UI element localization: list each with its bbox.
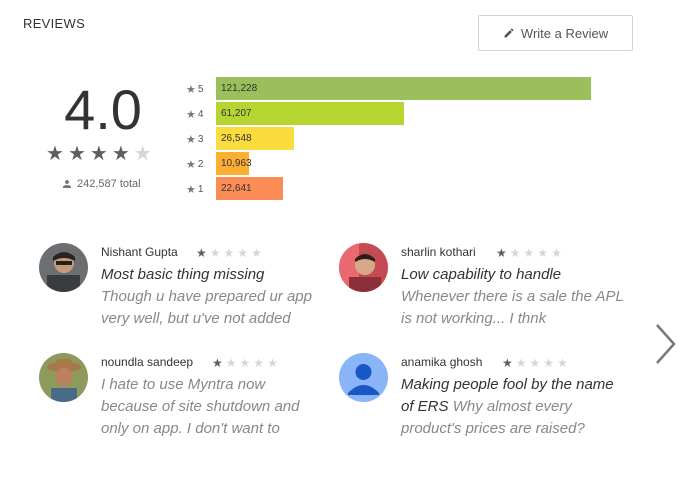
- average-stars: ★ ★ ★ ★ ★: [46, 144, 152, 164]
- star-empty-icon: ★: [225, 356, 237, 370]
- average-score: 4.0: [64, 78, 142, 141]
- review-text[interactable]: I hate to use Myntra now because of site…: [101, 374, 326, 440]
- star-icon: ★: [186, 184, 196, 196]
- histogram-star-label: ★ 4: [186, 108, 216, 121]
- star-empty-icon: ★: [515, 356, 527, 370]
- star-empty-icon: ★: [557, 356, 568, 370]
- review-body: Whenever there is a sale the APL is not …: [401, 288, 624, 327]
- rating-histogram: ★ 5 121,228 ★ 4 61,207 ★ 3 26,548 ★ 2 10,963 ★ 1 22,64…: [186, 77, 591, 202]
- review-body: Though u have prepared ur app very well,…: [101, 288, 312, 327]
- reviewer-name[interactable]: anamika ghosh: [401, 355, 482, 369]
- star-filled-icon: ★: [502, 356, 513, 370]
- star-filled-icon: ★: [111, 143, 130, 165]
- reviewer-name[interactable]: noundla sandeep: [101, 355, 193, 369]
- star-empty-icon: ★: [239, 356, 251, 370]
- star-icon: ★: [186, 84, 196, 96]
- star-filled-icon: ★: [496, 246, 507, 260]
- histogram-star-label: ★ 1: [186, 183, 216, 196]
- histogram-count: 22,641: [221, 183, 252, 194]
- pencil-icon: [504, 28, 514, 38]
- total-ratings-text: 242,587 total: [77, 178, 141, 190]
- star-empty-icon: ★: [523, 246, 535, 260]
- star-empty-icon: ★: [529, 356, 541, 370]
- histogram-count: 121,228: [221, 83, 258, 94]
- histogram-star-number: 5: [197, 84, 204, 95]
- star-filled-icon: ★: [196, 246, 207, 260]
- star-filled-icon: ★: [212, 356, 223, 370]
- star-filled-icon: ★: [46, 143, 64, 165]
- star-icon: ★: [186, 109, 196, 121]
- reviewer-avatar[interactable]: [339, 353, 388, 402]
- star-empty-icon: ★: [237, 246, 249, 260]
- total-ratings: 242,587 total: [62, 178, 141, 190]
- histogram-row: ★ 4 61,207: [186, 102, 404, 127]
- star-empty-icon: ★: [543, 356, 555, 370]
- review-stars: ★ ★ ★ ★ ★: [196, 247, 262, 259]
- star-empty-icon: ★: [551, 246, 562, 260]
- review-text[interactable]: Making people fool by the name of ERS Wh…: [401, 374, 626, 440]
- review-stars: ★ ★ ★ ★ ★: [212, 357, 278, 369]
- star-empty-icon: ★: [251, 246, 262, 260]
- star-filled-icon: ★: [89, 143, 108, 165]
- histogram-count: 61,207: [221, 108, 252, 119]
- star-empty-icon: ★: [133, 143, 152, 165]
- star-empty-icon: ★: [537, 246, 549, 260]
- histogram-row: ★ 1 22,641: [186, 177, 283, 202]
- star-icon: ★: [186, 159, 196, 171]
- histogram-star-number: 3: [197, 134, 204, 145]
- review-body: I hate to use Myntra now because of site…: [101, 376, 300, 437]
- star-filled-icon: ★: [67, 143, 86, 165]
- histogram-row: ★ 3 26,548: [186, 127, 294, 152]
- histogram-star-label: ★ 5: [186, 83, 216, 96]
- histogram-count: 26,548: [221, 133, 252, 144]
- histogram-star-label: ★ 3: [186, 133, 216, 146]
- reviewer-name[interactable]: Nishant Gupta: [101, 245, 178, 259]
- histogram-row: ★ 5 121,228: [186, 77, 591, 102]
- histogram-bar: [216, 77, 591, 100]
- reviewer-name[interactable]: sharlin kothari: [401, 245, 476, 259]
- histogram-star-number: 2: [197, 159, 204, 170]
- histogram-star-label: ★ 2: [186, 158, 216, 171]
- star-icon: ★: [186, 134, 196, 146]
- histogram-star-number: 4: [197, 109, 204, 120]
- reviews-heading: REVIEWS: [23, 16, 86, 31]
- review-title: Most basic thing missing: [101, 266, 265, 283]
- review-text[interactable]: Low capability to handle Whenever there …: [401, 264, 626, 330]
- review-title: Low capability to handle: [401, 266, 562, 283]
- reviewer-avatar[interactable]: [39, 243, 88, 292]
- person-icon: [63, 180, 71, 188]
- star-empty-icon: ★: [209, 246, 221, 260]
- write-review-label: Write a Review: [520, 25, 609, 41]
- star-empty-icon: ★: [267, 356, 278, 370]
- histogram-star-number: 1: [197, 184, 204, 195]
- star-empty-icon: ★: [509, 246, 521, 260]
- review-stars: ★ ★ ★ ★ ★: [496, 247, 562, 259]
- reviewer-avatar[interactable]: [339, 243, 388, 292]
- write-review-button[interactable]: Write a Review: [478, 15, 633, 51]
- star-empty-icon: ★: [223, 246, 235, 260]
- star-empty-icon: ★: [253, 356, 265, 370]
- histogram-count: 10,963: [221, 158, 252, 169]
- review-text[interactable]: Most basic thing missing Though u have p…: [101, 264, 326, 330]
- next-reviews-chevron-icon[interactable]: [652, 322, 678, 366]
- histogram-row: ★ 2 10,963: [186, 152, 252, 177]
- reviewer-avatar[interactable]: [39, 353, 88, 402]
- review-stars: ★ ★ ★ ★ ★: [502, 357, 568, 369]
